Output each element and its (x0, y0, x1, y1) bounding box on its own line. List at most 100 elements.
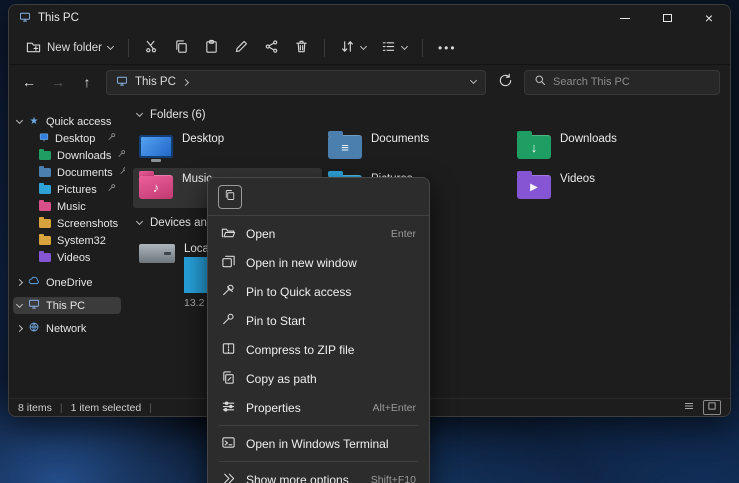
maximize-button[interactable] (646, 5, 688, 31)
network-globe-icon (28, 321, 40, 336)
sidebar-label: OneDrive (46, 277, 92, 289)
paste-button[interactable] (197, 34, 226, 62)
forward-button[interactable]: → (48, 74, 68, 90)
delete-button[interactable] (287, 34, 316, 62)
sidebar-item-this-pc[interactable]: This PC (13, 297, 121, 314)
folders-section-header[interactable]: Folders (6) (137, 109, 730, 121)
sidebar-item-desktop[interactable]: Desktop (13, 130, 121, 147)
context-menu: Open Enter Open in new window Pin to Qui… (207, 177, 430, 483)
window-title: This PC (38, 12, 79, 24)
pin-icon (107, 183, 117, 196)
cut-button[interactable] (137, 34, 166, 62)
back-button[interactable]: ← (19, 74, 39, 90)
rename-button[interactable] (227, 34, 256, 62)
screenshots-mini-icon (39, 219, 51, 228)
see-more-button[interactable]: ••• (431, 36, 464, 60)
chevron-down-icon (136, 110, 143, 117)
folder-tile-desktop[interactable]: Desktop (133, 128, 322, 168)
downloads-folder-icon: ↓ (517, 135, 551, 159)
new-folder-button[interactable]: New folder (19, 34, 120, 62)
details-view-button[interactable] (680, 400, 698, 415)
details-view-icon (684, 401, 694, 414)
copy-icon (224, 188, 236, 206)
refresh-icon (498, 75, 513, 91)
chevron-down-icon (16, 300, 23, 307)
menu-item-open-in-windows-terminal[interactable]: Open in Windows Terminal (213, 429, 424, 458)
menu-item-show-more-options[interactable]: Show more options Shift+F10 (213, 465, 424, 483)
copy-quick-action-button[interactable] (218, 185, 242, 209)
folder-tile-videos[interactable]: ▶ Videos (511, 168, 700, 208)
menu-item-label: Pin to Start (246, 314, 305, 328)
paste-icon (204, 39, 219, 57)
menu-item-pin-to-start[interactable]: Pin to Start (213, 306, 424, 335)
menu-item-label: Copy as path (246, 372, 317, 386)
menu-item-copy-as-path[interactable]: Copy as path (213, 364, 424, 393)
chevron-right-icon (16, 279, 23, 286)
menu-item-label: Properties (246, 401, 301, 415)
sidebar-item-quick-access[interactable]: ★ Quick access (13, 113, 121, 130)
folder-name: Downloads (560, 133, 617, 145)
sidebar-item-pictures[interactable]: Pictures (13, 181, 121, 198)
properties-icon (221, 399, 236, 417)
menu-item-open-in-new-window[interactable]: Open in new window (213, 248, 424, 277)
address-bar[interactable]: This PC (106, 70, 486, 95)
share-button[interactable] (257, 34, 286, 62)
quick-access-star-icon: ★ (28, 116, 40, 127)
copy-button[interactable] (167, 34, 196, 62)
sidebar-label: Screenshots (57, 218, 118, 230)
menu-item-compress-to-zip[interactable]: Compress to ZIP file (213, 335, 424, 364)
chevron-right-icon (16, 325, 23, 332)
menu-item-shortcut: Enter (391, 228, 416, 240)
menu-item-pin-to-quick-access[interactable]: Pin to Quick access (213, 277, 424, 306)
minimize-button[interactable] (604, 5, 646, 31)
this-pc-icon (116, 75, 128, 90)
view-icon (381, 39, 396, 57)
item-count: 8 items (18, 402, 52, 414)
menu-divider (219, 461, 418, 462)
view-button[interactable] (374, 34, 414, 62)
folder-tile-documents[interactable]: ≡ Documents (322, 128, 511, 168)
address-dropdown-icon[interactable] (470, 77, 477, 84)
delete-icon (294, 39, 309, 57)
sidebar-item-music[interactable]: Music (13, 198, 121, 215)
copy-as-path-icon (221, 370, 236, 388)
chevron-down-icon (136, 218, 143, 225)
search-input[interactable] (553, 76, 710, 88)
large-icons-view-button[interactable] (703, 400, 721, 415)
sidebar-item-documents[interactable]: Documents (13, 164, 121, 181)
this-pc-window-icon (19, 11, 31, 26)
sidebar-item-screenshots[interactable]: Screenshots (13, 215, 121, 232)
sort-button[interactable] (333, 34, 373, 62)
window-controls: × (604, 5, 730, 31)
sidebar-item-videos[interactable]: Videos (13, 249, 121, 266)
search-box[interactable] (524, 70, 720, 95)
close-icon: × (705, 10, 713, 26)
zip-icon (221, 341, 236, 359)
pictures-mini-icon (39, 185, 51, 194)
folder-name: Videos (560, 173, 595, 185)
menu-item-properties[interactable]: Properties Alt+Enter (213, 393, 424, 422)
sidebar-item-onedrive[interactable]: OneDrive (13, 274, 121, 291)
more-icon: ••• (438, 41, 457, 55)
folder-tile-downloads[interactable]: ↓ Downloads (511, 128, 700, 168)
videos-folder-icon: ▶ (517, 175, 551, 199)
sidebar-item-downloads[interactable]: Downloads (13, 147, 121, 164)
sidebar-item-network[interactable]: Network (13, 320, 121, 337)
sidebar-item-system32[interactable]: System32 (13, 232, 121, 249)
navigation-bar: ← → ↑ This PC (9, 65, 730, 99)
menu-item-open[interactable]: Open Enter (213, 219, 424, 248)
folders-header-label: Folders (6) (150, 109, 206, 121)
up-button[interactable]: ↑ (77, 74, 97, 90)
close-button[interactable]: × (688, 5, 730, 31)
documents-folder-icon: ≡ (328, 135, 362, 159)
folder-name: Desktop (182, 133, 224, 145)
chevron-down-icon (16, 116, 23, 123)
chevron-down-icon (107, 42, 114, 49)
sidebar-label: This PC (46, 300, 85, 312)
menu-divider (208, 215, 429, 216)
new-folder-icon (26, 39, 41, 57)
sidebar-label: Desktop (55, 133, 95, 145)
breadcrumb[interactable]: This PC (135, 76, 176, 88)
refresh-button[interactable] (495, 73, 515, 91)
command-bar: New folder ••• (9, 31, 730, 65)
